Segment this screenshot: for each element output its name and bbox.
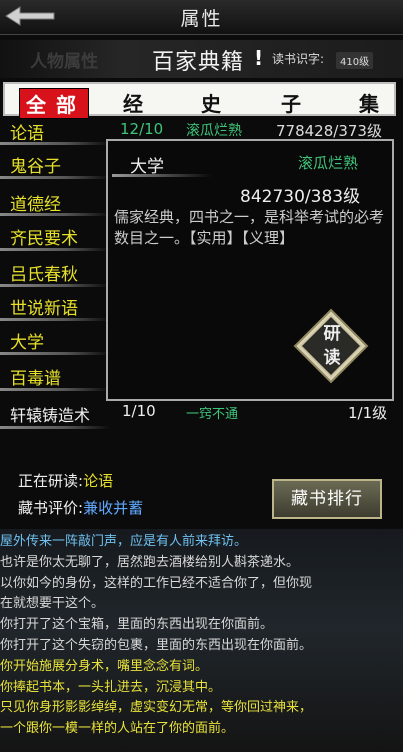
tab-zi[interactable]: 子 [281,88,311,117]
studying-value: 论语 [83,472,114,490]
book-progress: 1/10 [122,402,156,420]
popup-book-value: 842730/383级 [240,187,361,207]
tab-shi[interactable]: 史 [201,88,231,117]
row-divider [0,248,110,251]
book-name: 论语 [10,124,44,144]
log-line: 你打开了这个宝箱，里面的东西出现在你面前。 [0,617,274,633]
log-line: 也许是你太无聊了，居然跑去酒楼给别人斟茶递水。 [0,554,300,570]
book-name: 齐民要术 [10,229,78,249]
book-value: 1/1级 [348,404,388,422]
popup-book-status: 滚瓜烂熟 [298,154,359,172]
book-name: 吕氏春秋 [10,265,78,285]
book-value: 778428/373级 [276,122,382,140]
eval-label: 藏书评价: [18,499,84,517]
book-name: 百毒谱 [10,369,61,389]
message-log: 屋外传来一阵敲门声，应是有人前来拜访。也许是你太无聊了，居然跑去酒楼给别人斟茶递… [0,529,403,752]
book-name: 鬼谷子 [10,157,61,177]
log-line: 你打开了这个失窃的包裹，里面的东西出现在你面前。 [0,638,313,653]
category-tabs: 全部 经 史 子 集 [3,82,396,119]
collection-evaluation: 藏书评价:兼收并蓄 [18,497,143,518]
row-divider [0,176,110,179]
row-divider [0,352,110,355]
book-name: 大学 [10,333,44,353]
tab-all[interactable]: 全部 [19,88,89,119]
book-name-xuanyuan[interactable]: 轩辕铸造术 [10,402,90,426]
log-line: 一个跟你一模一样的人站在了你的面前。 [0,721,235,737]
study-button-label: 研读 [323,324,341,368]
alert-icon[interactable]: ! [254,46,263,70]
row-divider [0,318,110,321]
log-line: 只见你身形影影绰绰，虚实变幻无常，等你回过神来， [0,700,313,716]
log-line: 屋外传来一阵敲门声，应是有人前来拜访。 [0,534,248,549]
log-line: 在就想要干这个。 [0,596,105,612]
row-divider [0,142,110,145]
popup-divider [112,174,212,177]
row-divider [0,426,110,429]
book-status: 滚瓜烂熟 [186,123,242,139]
row-divider [0,213,110,216]
currently-studying: 正在研读:论语 [18,470,113,491]
book-status: 一窍不通 [186,407,239,422]
literacy-label: 读书识字: [272,52,325,66]
log-line: 你开始施展分身术，嘴里念念有词。 [0,658,209,674]
collection-rank-button[interactable]: 藏书排行 [272,479,382,519]
eval-value: 兼收并蓄 [83,499,144,517]
book-name: 道德经 [10,195,61,215]
row-divider [0,388,110,391]
ghost-tab-label: 人物属性 [30,52,98,72]
book-name: 世说新语 [10,299,78,319]
popup-book-description: 儒家经典，四书之一，是科举考试的必考数目之一。【实用】【义理】 [114,208,385,247]
book-collection-title: 百家典籍 [152,50,245,75]
literacy-value: 410级 [336,52,374,69]
page-title: 属性 [180,8,223,30]
log-line: 你捧起书本，一头扎进去，沉浸其中。 [0,679,222,695]
row-divider [0,284,110,287]
tab-ji[interactable]: 集 [359,88,389,117]
log-line: 以你如今的身份，这样的工作已经不适合你了，但你现 [0,575,313,591]
studying-label: 正在研读: [18,472,84,490]
tab-jing[interactable]: 经 [123,88,153,117]
book-progress: 12/10 [120,120,164,138]
